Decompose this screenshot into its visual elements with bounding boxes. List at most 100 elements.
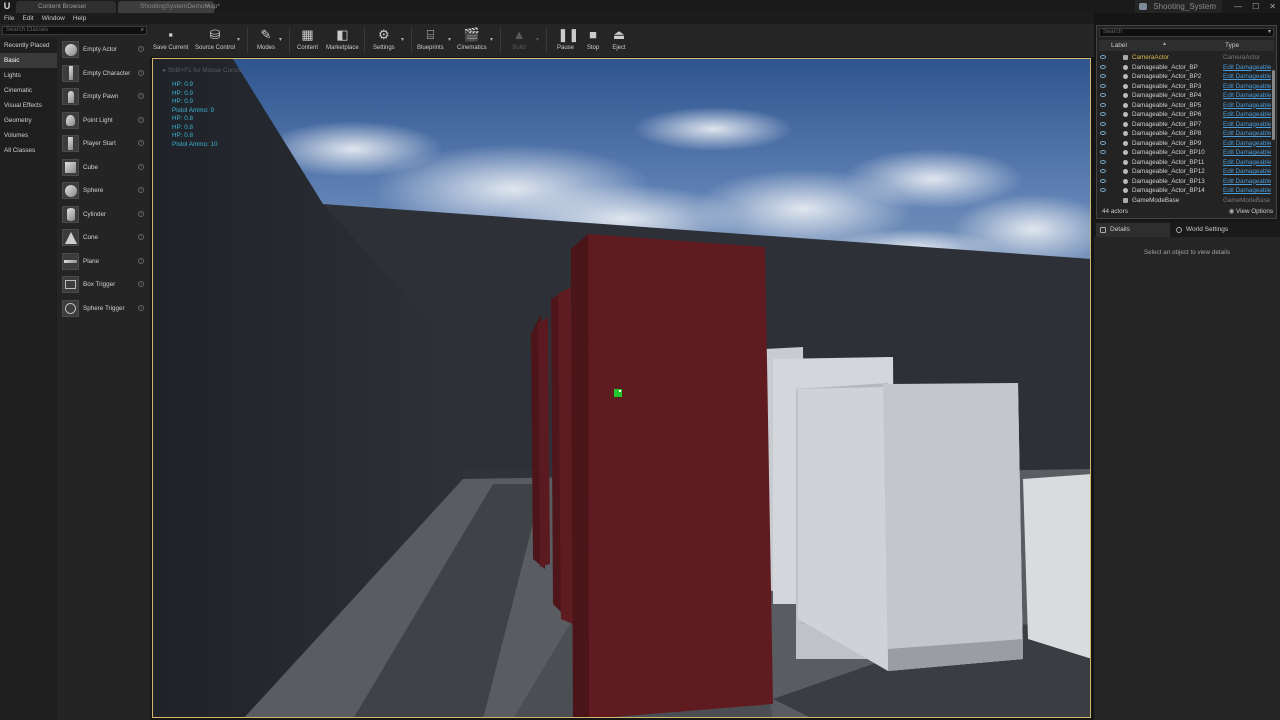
list-item[interactable]: Damageable_Actor_BP9 Edit Damageable_Acto…: [1099, 139, 1271, 149]
outliner-search-input[interactable]: Search ▾: [1099, 28, 1274, 37]
menu-help[interactable]: Help: [69, 13, 90, 24]
view-options-button[interactable]: View Options: [1229, 205, 1273, 218]
class-item-empty-actor[interactable]: Empty Actor ?: [59, 38, 148, 62]
eye-icon[interactable]: [1100, 159, 1106, 164]
edit-blueprint-link[interactable]: Edit Damageable_Actor_BP: [1223, 120, 1271, 130]
class-item-point-light[interactable]: Point Light ?: [59, 109, 148, 133]
class-item-sphere[interactable]: Sphere ?: [59, 179, 148, 203]
list-item[interactable]: Damageable_Actor_BP Edit Damageable_Actor…: [1099, 63, 1271, 73]
list-item[interactable]: Damageable_Actor_BP4 Edit Damageable_Acto…: [1099, 91, 1271, 101]
tab-content-browser[interactable]: Content Browser: [16, 1, 116, 13]
menu-edit[interactable]: Edit: [18, 13, 37, 24]
class-item-box-trigger[interactable]: Box Trigger ?: [59, 273, 148, 297]
tab-map[interactable]: ShootingSystemDemoMap* ×: [118, 1, 220, 13]
search-classes-input[interactable]: Search Classes ⌕: [2, 26, 147, 35]
help-icon[interactable]: ?: [138, 304, 144, 311]
edit-blueprint-link[interactable]: Edit Damageable_Actor_BP: [1223, 129, 1271, 139]
eye-icon[interactable]: [1100, 121, 1106, 126]
eject-button[interactable]: ⏏ Eject: [611, 26, 627, 56]
column-type[interactable]: Type: [1225, 40, 1239, 51]
settings-button[interactable]: ⚙ Settings: [373, 26, 395, 56]
list-item[interactable]: Damageable_Actor_BP12 Edit Damageable_Act…: [1099, 167, 1271, 177]
edit-blueprint-link[interactable]: Edit Damageable_Actor_BP: [1223, 167, 1271, 177]
menu-file[interactable]: File: [0, 13, 18, 24]
eye-icon[interactable]: [1100, 102, 1106, 107]
eye-icon[interactable]: [1100, 140, 1106, 145]
list-item[interactable]: Damageable_Actor_BP10 Edit Damageable_Act…: [1099, 148, 1271, 158]
class-item-cone[interactable]: Cone ?: [59, 226, 148, 250]
edit-blueprint-link[interactable]: Edit Damageable_Actor_BP: [1223, 72, 1271, 82]
chevron-down-icon[interactable]: ▾: [279, 36, 282, 43]
help-icon[interactable]: ?: [138, 257, 144, 264]
help-icon[interactable]: ?: [138, 163, 144, 170]
blueprints-button[interactable]: ⌸ Blueprints: [417, 26, 444, 56]
category-basic[interactable]: Basic: [0, 53, 57, 68]
category-all-classes[interactable]: All Classes: [0, 143, 57, 158]
menu-window[interactable]: Window: [38, 13, 69, 24]
eye-icon[interactable]: [1100, 83, 1106, 88]
eye-icon[interactable]: [1100, 131, 1106, 135]
marketplace-button[interactable]: ◧ Marketplace: [326, 26, 359, 56]
help-icon[interactable]: ?: [138, 93, 144, 99]
chevron-down-icon[interactable]: ▾: [1268, 29, 1271, 36]
eye-icon[interactable]: [1100, 169, 1106, 173]
class-item-sphere-trigger[interactable]: Sphere Trigger ?: [59, 297, 148, 321]
chevron-down-icon[interactable]: ▾: [448, 36, 451, 43]
edit-blueprint-link[interactable]: Edit Damageable_Actor_BP: [1223, 158, 1271, 168]
edit-blueprint-link[interactable]: Edit Damageable_Actor_BP: [1223, 139, 1271, 149]
category-geometry[interactable]: Geometry: [0, 113, 57, 128]
edit-blueprint-link[interactable]: Edit Damageable_Actor_BP: [1223, 91, 1271, 101]
edit-blueprint-link[interactable]: Edit Damageable_Actor_BP: [1223, 148, 1271, 158]
eye-icon[interactable]: [1100, 188, 1106, 192]
class-item-cylinder[interactable]: Cylinder ?: [59, 203, 148, 227]
level-viewport[interactable]: Shift+F1 for Mouse Cursor HP: 0.9 HP: 0.…: [152, 58, 1091, 718]
list-item[interactable]: Damageable_Actor_BP5 Edit Damageable_Acto…: [1099, 101, 1271, 111]
help-icon[interactable]: ?: [138, 116, 144, 123]
list-item[interactable]: CameraActor CameraActor: [1099, 53, 1271, 63]
help-icon[interactable]: ?: [138, 210, 144, 217]
help-icon[interactable]: ?: [138, 234, 144, 240]
outliner-scrollbar[interactable]: [1272, 70, 1275, 140]
stop-button[interactable]: ■ Stop: [585, 26, 601, 56]
tab-world-settings[interactable]: World Settings: [1172, 223, 1246, 237]
list-item[interactable]: Damageable_Actor_BP7 Edit Damageable_Acto…: [1099, 120, 1271, 130]
minimize-icon[interactable]: —: [1234, 0, 1242, 13]
edit-blueprint-link[interactable]: Edit Damageable_Actor_BP: [1223, 63, 1271, 73]
close-window-icon[interactable]: ✕: [1269, 0, 1276, 13]
list-item[interactable]: Damageable_Actor_BP11 Edit Damageable_Act…: [1099, 158, 1271, 168]
close-icon[interactable]: ×: [206, 1, 210, 13]
eye-icon[interactable]: [1100, 74, 1106, 78]
tab-details[interactable]: Details: [1096, 223, 1170, 237]
help-icon[interactable]: ?: [138, 46, 144, 52]
list-item[interactable]: Damageable_Actor_BP8 Edit Damageable_Acto…: [1099, 129, 1271, 139]
category-visual-effects[interactable]: Visual Effects: [0, 98, 57, 113]
list-item[interactable]: Damageable_Actor_BP13 Edit Damageable_Act…: [1099, 177, 1271, 187]
maximize-icon[interactable]: ☐: [1252, 0, 1259, 13]
category-volumes[interactable]: Volumes: [0, 128, 57, 143]
class-item-empty-pawn[interactable]: Empty Pawn ?: [59, 85, 148, 109]
class-item-player-start[interactable]: Player Start ?: [59, 132, 148, 156]
list-item[interactable]: GameModeBase GameModeBase: [1099, 196, 1271, 206]
eye-icon[interactable]: [1100, 150, 1106, 154]
eye-icon[interactable]: [1100, 55, 1106, 59]
cinematics-button[interactable]: 🎬 Cinematics: [457, 26, 487, 56]
help-icon[interactable]: ?: [138, 281, 144, 287]
edit-blueprint-link[interactable]: Edit Damageable_Actor_BP: [1223, 110, 1271, 120]
eye-icon[interactable]: [1100, 64, 1106, 69]
edit-blueprint-link[interactable]: Edit Damageable_Actor_BP: [1223, 101, 1271, 111]
edit-blueprint-link[interactable]: Edit Damageable_Actor_BP: [1223, 82, 1271, 92]
save-current-button[interactable]: ▪ Save Current: [153, 26, 188, 56]
column-label[interactable]: Label: [1111, 40, 1127, 51]
category-recently-placed[interactable]: Recently Placed: [0, 38, 57, 53]
eye-icon[interactable]: [1100, 112, 1106, 116]
pause-button[interactable]: ❚❚ Pause: [557, 26, 579, 56]
edit-blueprint-link[interactable]: Edit Damageable_Actor_BP: [1223, 177, 1271, 187]
list-item[interactable]: Damageable_Actor_BP6 Edit Damageable_Acto…: [1099, 110, 1271, 120]
eye-icon[interactable]: [1100, 93, 1106, 97]
chevron-down-icon[interactable]: ▾: [490, 36, 493, 43]
modes-button[interactable]: ✎ Modes: [257, 26, 275, 56]
help-icon[interactable]: ?: [138, 69, 144, 76]
help-icon[interactable]: ?: [138, 140, 144, 146]
class-item-plane[interactable]: Plane ?: [59, 250, 148, 274]
category-cinematic[interactable]: Cinematic: [0, 83, 57, 98]
